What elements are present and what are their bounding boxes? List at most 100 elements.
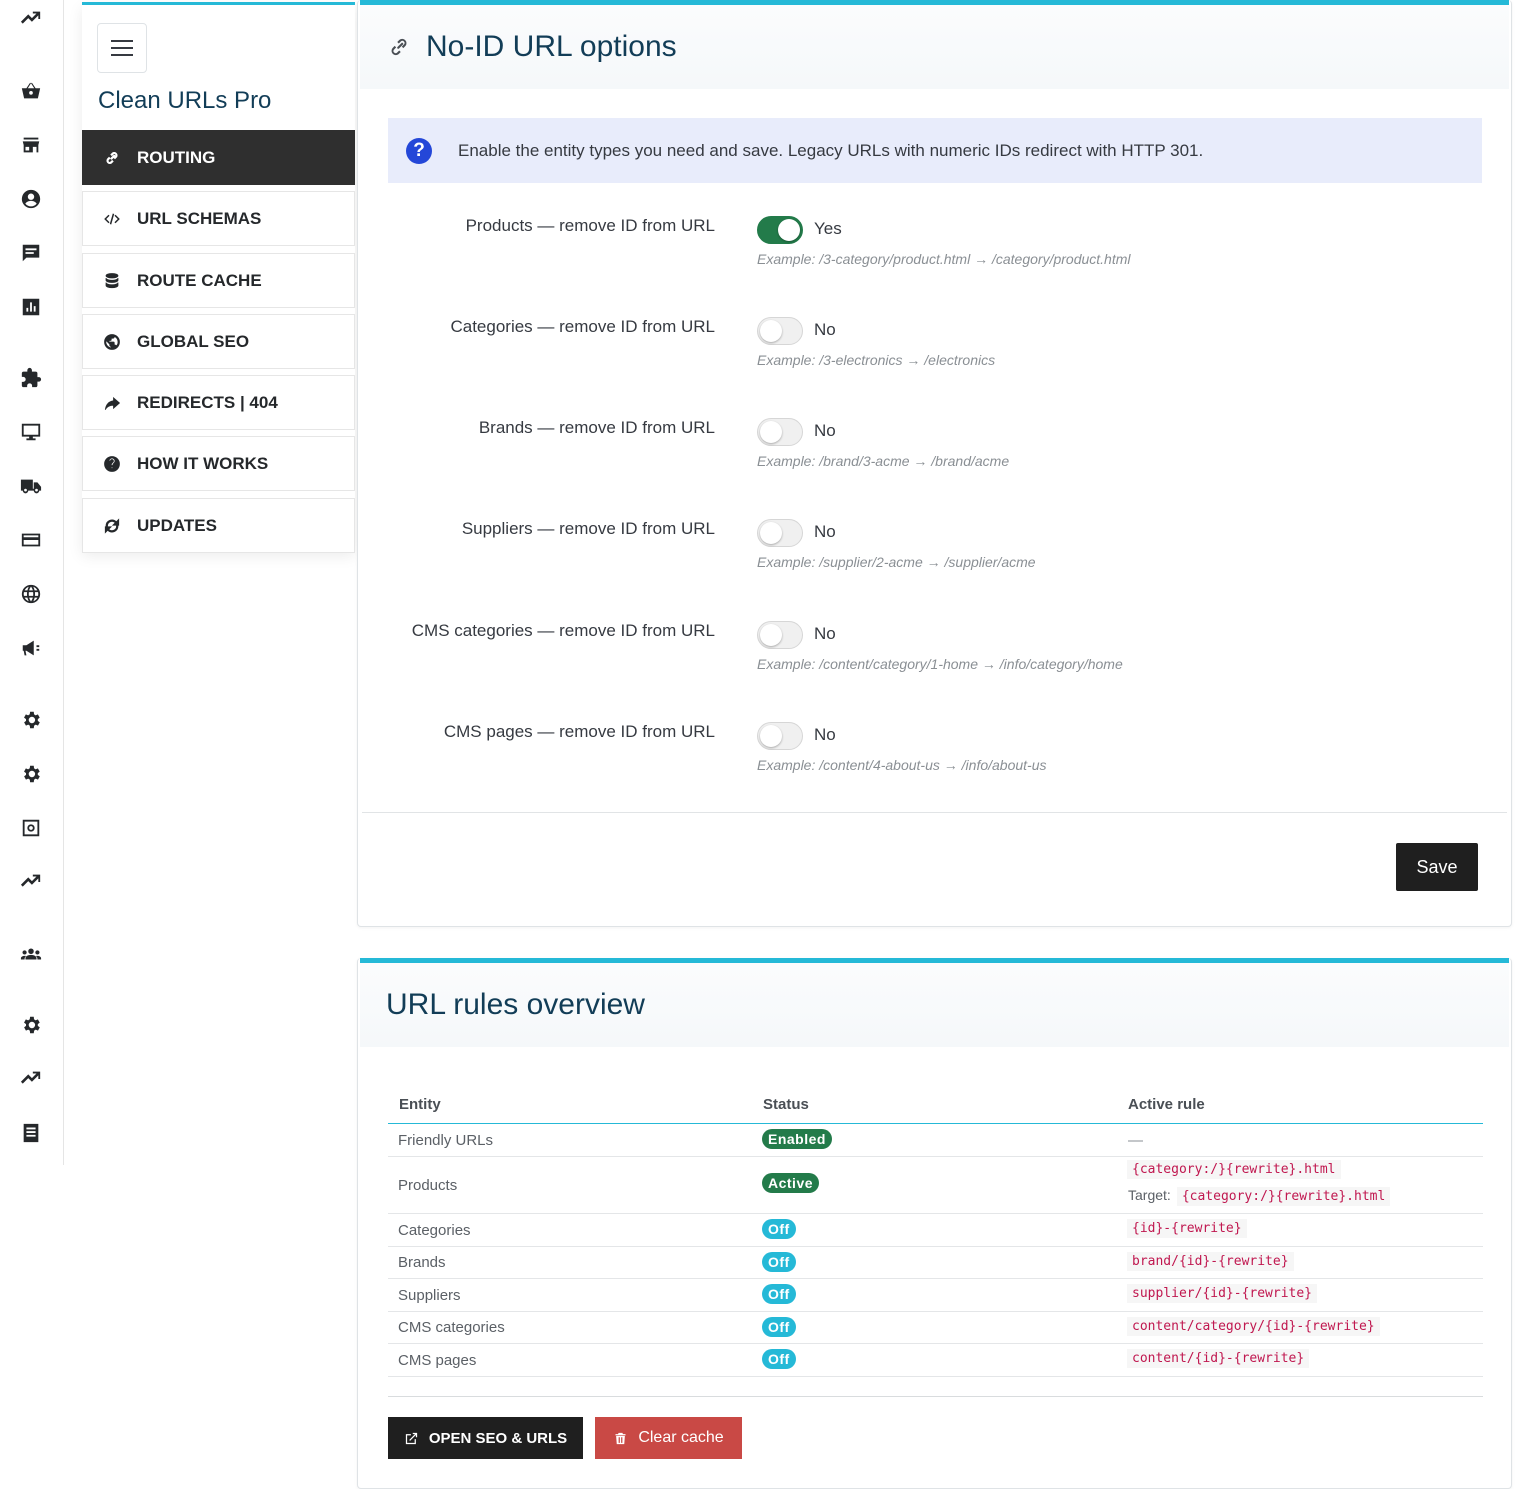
- status-badge: Off: [762, 1349, 796, 1369]
- entity-cell: Categories: [398, 1222, 471, 1239]
- megaphone-icon[interactable]: [18, 635, 44, 661]
- database-icon: [103, 272, 121, 290]
- switch-value: No: [814, 624, 836, 643]
- rule-code: {category:/}{rewrite}.html: [1127, 1160, 1341, 1179]
- info-text: Enable the entity types you need and sav…: [458, 140, 1204, 160]
- panel-header: URL rules overview: [360, 963, 1509, 1047]
- entity-cell: CMS pages: [398, 1352, 477, 1369]
- info-alert: ? Enable the entity types you need and s…: [388, 118, 1482, 183]
- switch-knob: [760, 725, 782, 747]
- hamburger-menu-button[interactable]: [97, 23, 147, 73]
- credit-card-icon[interactable]: [18, 527, 44, 553]
- menu-item-how-it-works[interactable]: HOW IT WORKS: [82, 436, 355, 491]
- table-row: Friendly URLs Enabled —: [388, 1124, 1483, 1157]
- switch-knob: [760, 320, 782, 342]
- truck-icon[interactable]: [18, 473, 44, 499]
- settings-icon[interactable]: [18, 1012, 44, 1038]
- field-label: Products — remove ID from URL: [465, 216, 715, 235]
- suppliers-switch[interactable]: [757, 519, 803, 547]
- code-icon: [103, 210, 121, 228]
- categories-switch[interactable]: [757, 317, 803, 345]
- status-badge: Enabled: [762, 1129, 832, 1149]
- rule-cell: —: [1128, 1132, 1143, 1149]
- trash-icon: [615, 1432, 626, 1444]
- footer-divider: [362, 812, 1507, 813]
- monitor-icon[interactable]: [18, 419, 44, 445]
- switch-value: No: [814, 320, 836, 339]
- status-badge: Off: [762, 1284, 796, 1304]
- table-header: Entity Status Active rule: [388, 1091, 1483, 1124]
- receipt-icon[interactable]: [18, 1120, 44, 1146]
- team-icon[interactable]: [18, 941, 44, 967]
- cms-pages-switch[interactable]: [757, 722, 803, 750]
- brands-switch[interactable]: [757, 418, 803, 446]
- clear-cache-button[interactable]: Clear cache: [595, 1417, 742, 1459]
- menu-item-label: ROUTE CACHE: [137, 270, 262, 290]
- switch-knob: [760, 624, 782, 646]
- menu-item-global-seo[interactable]: GLOBAL SEO: [82, 314, 355, 369]
- button-label: OPEN SEO & URLS: [428, 1429, 568, 1447]
- external-link-icon: [405, 1432, 417, 1444]
- panel-title: No-ID URL options: [426, 30, 677, 63]
- rules-panel: URL rules overview Entity Status Active …: [357, 958, 1512, 1489]
- link-icon: [103, 149, 121, 167]
- field-example: Example: /content/4-about-us → /info/abo…: [757, 757, 1047, 773]
- menu-item-label: URL SCHEMAS: [137, 208, 262, 228]
- target-code: {category:/}{rewrite}.html: [1176, 1187, 1391, 1206]
- table-row: CMS categories Off content/category/{id}…: [388, 1312, 1483, 1344]
- target-label: Target:: [1128, 1187, 1171, 1203]
- puzzle-icon[interactable]: [18, 365, 44, 391]
- field-label: Categories — remove ID from URL: [450, 317, 715, 336]
- field-label: Suppliers — remove ID from URL: [461, 519, 715, 538]
- menu-item-routing[interactable]: ROUTING: [82, 130, 355, 185]
- field-example: Example: /content/category/1-home → /inf…: [757, 656, 1123, 672]
- column-header: Status: [763, 1096, 809, 1113]
- table-row: CMS pages Off content/{id}-{rewrite}: [388, 1344, 1483, 1377]
- switch-value: No: [814, 421, 836, 440]
- settings-icon[interactable]: [18, 761, 44, 787]
- save-button[interactable]: Save: [1396, 843, 1478, 891]
- entity-cell: Friendly URLs: [398, 1132, 494, 1149]
- store-icon[interactable]: [18, 132, 44, 158]
- menu-item-route-cache[interactable]: ROUTE CACHE: [82, 253, 355, 308]
- refresh-icon: [103, 517, 121, 535]
- button-label: Clear cache: [638, 1429, 724, 1446]
- products-switch[interactable]: [757, 216, 803, 244]
- settings-box-icon[interactable]: [18, 815, 44, 841]
- open-seo-urls-button[interactable]: OPEN SEO & URLS: [388, 1417, 583, 1459]
- menu-item-label: UPDATES: [137, 515, 217, 535]
- panel-header: No-ID URL options: [360, 5, 1509, 89]
- switch-knob: [760, 421, 782, 443]
- chat-icon[interactable]: [18, 240, 44, 266]
- menu-item-url-schemas[interactable]: URL SCHEMAS: [82, 191, 355, 246]
- rules-table: Entity Status Active rule Friendly URLs …: [388, 1091, 1483, 1397]
- share-arrow-icon: [103, 394, 121, 412]
- bar-chart-icon[interactable]: [18, 294, 44, 320]
- switch-knob: [778, 219, 800, 241]
- field-categories: Categories — remove ID from URL No Examp…: [358, 317, 1508, 397]
- menu-item-label: ROUTING: [137, 147, 216, 167]
- settings-icon[interactable]: [18, 707, 44, 733]
- field-label: CMS pages — remove ID from URL: [443, 722, 715, 741]
- trending-up-icon[interactable]: [18, 869, 44, 895]
- user-circle-icon[interactable]: [18, 186, 44, 212]
- field-example: Example: /3-category/product.html → /cat…: [757, 251, 1131, 267]
- status-badge: Active: [762, 1173, 820, 1193]
- menu-item-redirects[interactable]: REDIRECTS | 404: [82, 375, 355, 430]
- help-icon: ?: [406, 137, 432, 164]
- basket-icon[interactable]: [18, 78, 44, 104]
- menu-item-updates[interactable]: UPDATES: [82, 498, 355, 553]
- globe-icon[interactable]: [18, 581, 44, 607]
- table-row: Categories Off {id}-{rewrite}: [388, 1214, 1483, 1247]
- field-suppliers: Suppliers — remove ID from URL No Exampl…: [358, 519, 1508, 599]
- cms-categories-switch[interactable]: [757, 621, 803, 649]
- link-icon: [391, 38, 407, 56]
- options-panel: No-ID URL options ? Enable the entity ty…: [357, 0, 1512, 927]
- trending-up-icon[interactable]: [18, 1066, 44, 1092]
- table-row: Products Active {category:/}{rewrite}.ht…: [388, 1157, 1483, 1214]
- field-cms-pages: CMS pages — remove ID from URL No Exampl…: [358, 722, 1508, 802]
- trending-up-icon[interactable]: [18, 6, 44, 32]
- rule-code: {id}-{rewrite}: [1127, 1219, 1247, 1238]
- rule-code: content/{id}-{rewrite}: [1127, 1349, 1310, 1368]
- module-menu: Clean URLs Pro ROUTING URL SCHEMAS ROUTE…: [82, 2, 355, 553]
